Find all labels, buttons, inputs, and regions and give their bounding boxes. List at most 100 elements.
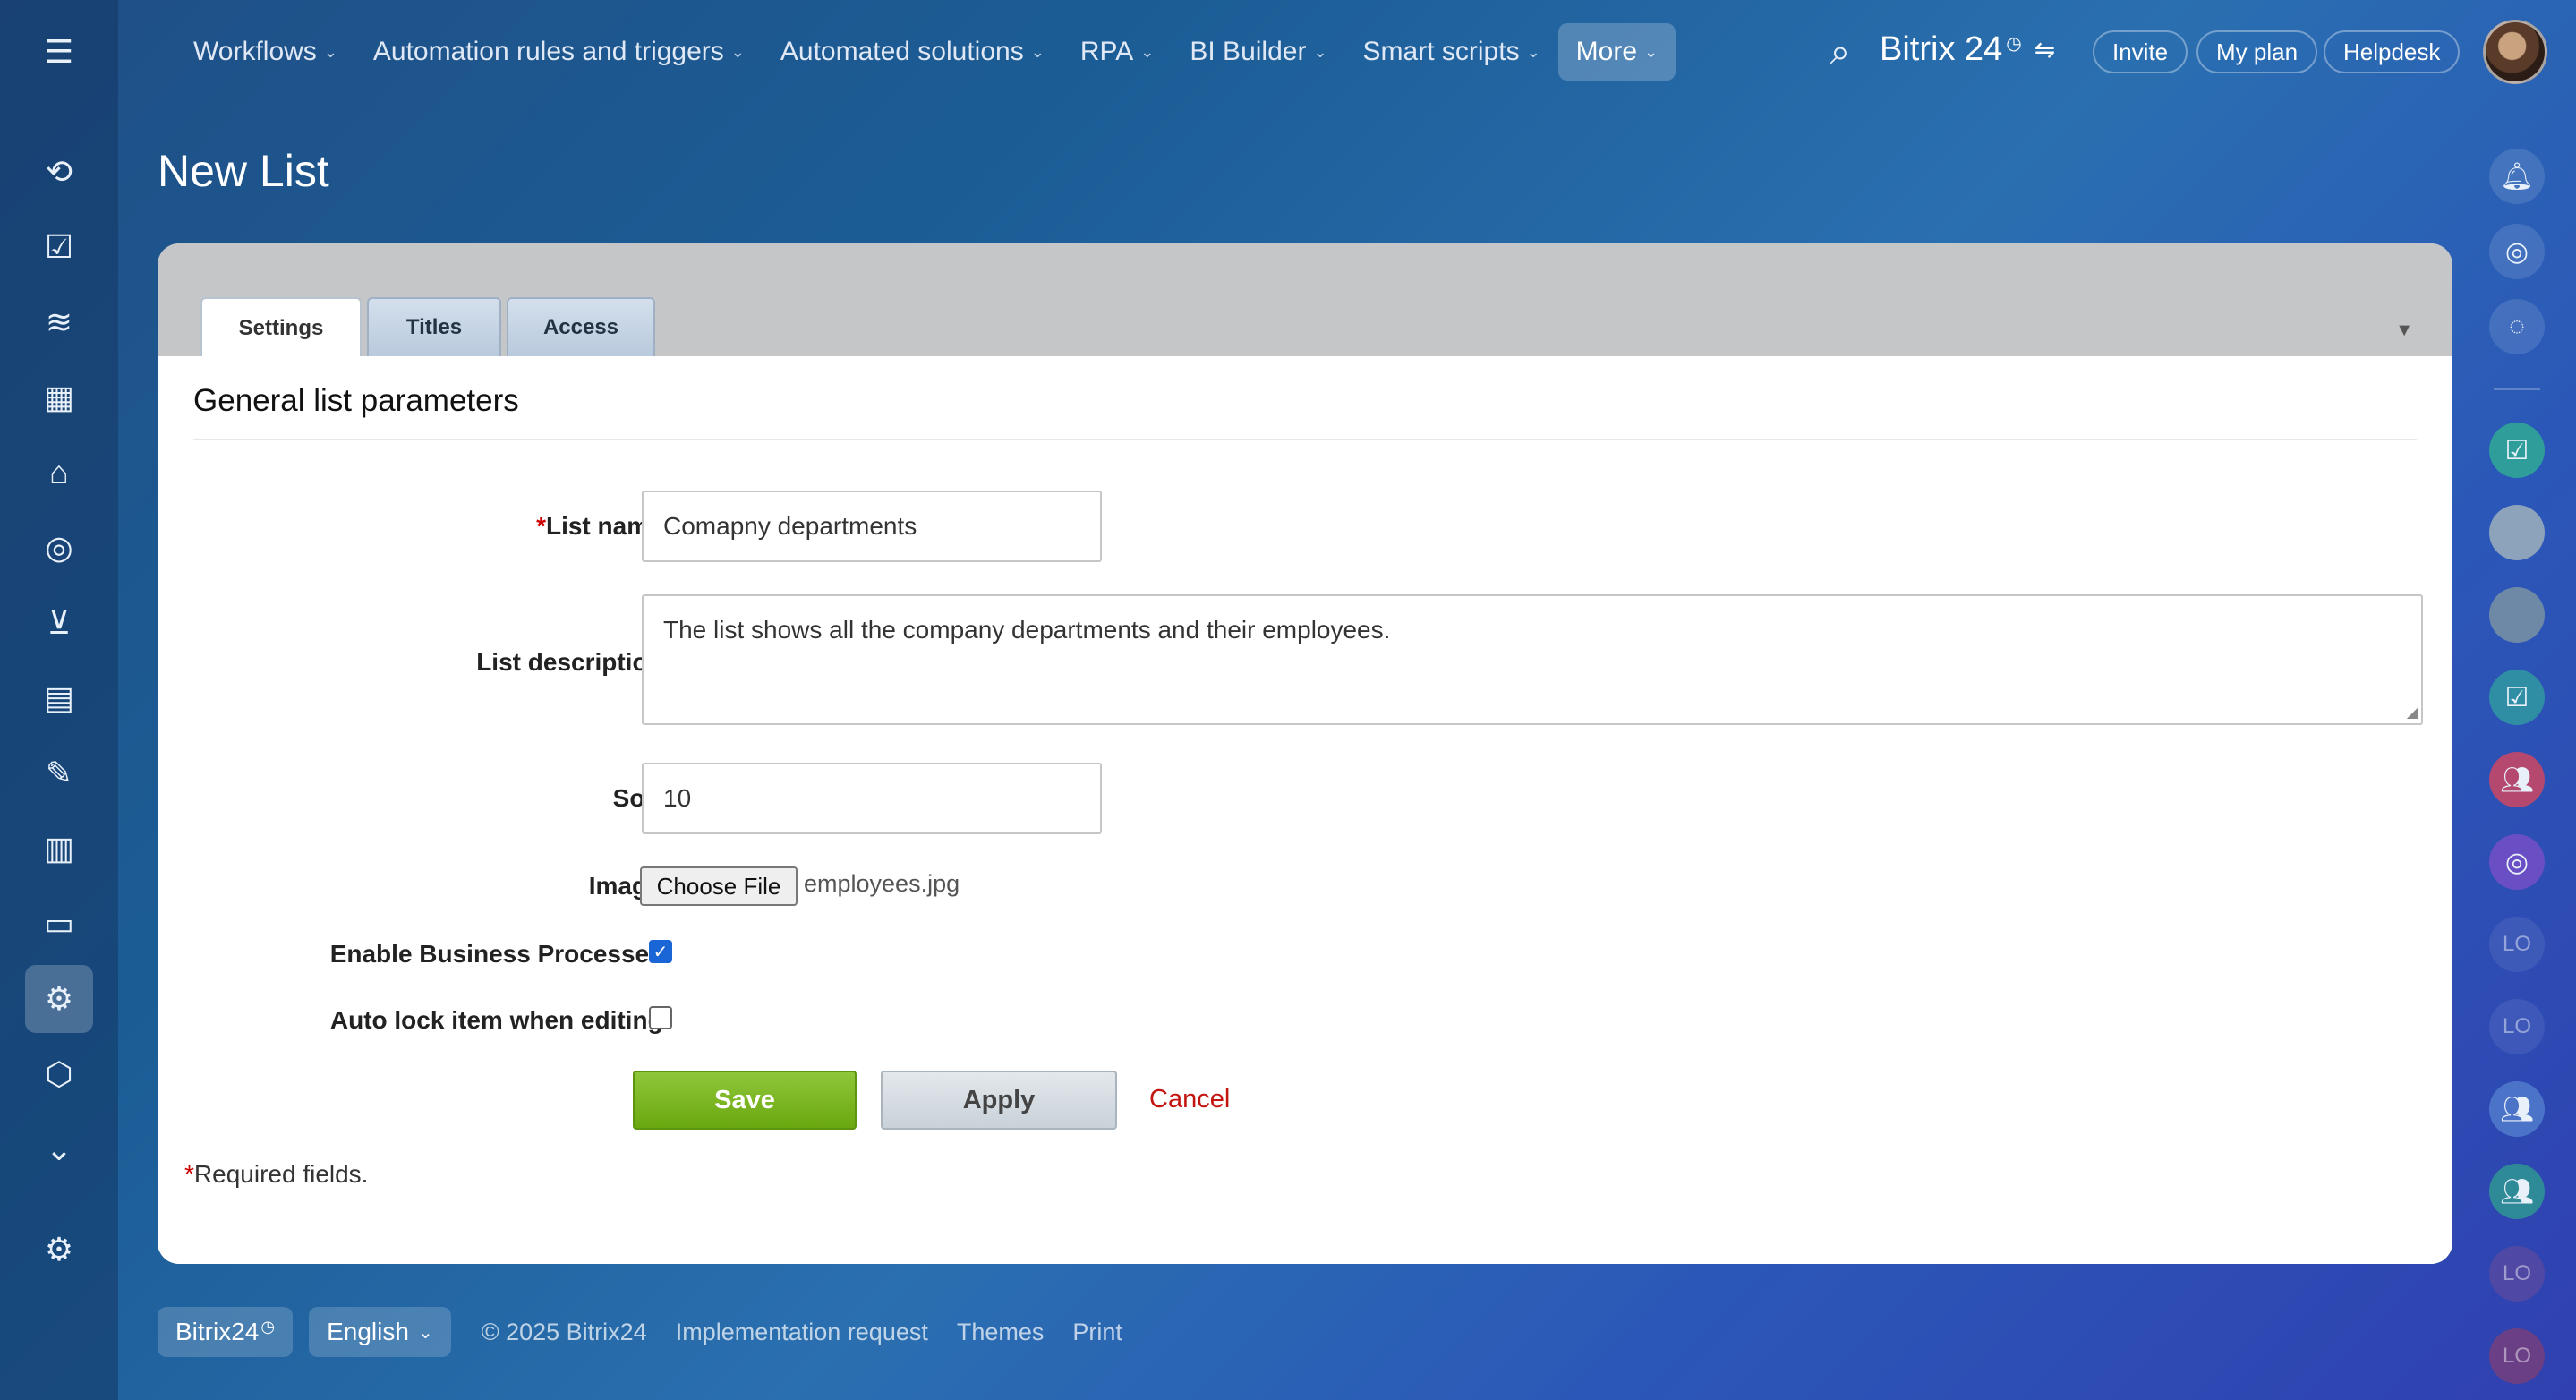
chevron-down-icon: ⌄	[1140, 42, 1155, 61]
document-icon[interactable]: ▤	[34, 673, 84, 723]
themes-link[interactable]: Themes	[957, 1319, 1045, 1346]
flow-icon[interactable]: ⟲	[34, 147, 84, 197]
helpdesk-button[interactable]: Helpdesk	[2324, 30, 2461, 73]
implementation-request-link[interactable]: Implementation request	[676, 1319, 928, 1346]
chevron-down-icon[interactable]: ⌄	[34, 1124, 84, 1174]
my-plan-button[interactable]: My plan	[2196, 30, 2318, 73]
nav-label: Automation rules and triggers	[372, 37, 724, 66]
page-title: New List	[158, 146, 329, 196]
analytics-icon[interactable]: ▥	[34, 824, 84, 874]
box-icon[interactable]: ⬡	[34, 1049, 84, 1099]
task-check-icon[interactable]: ☑	[2489, 423, 2545, 478]
auto-lock-checkbox[interactable]	[649, 1006, 672, 1029]
footer-brand-button[interactable]: Bitrix24 ◷	[158, 1307, 294, 1357]
contact-initials[interactable]: LO	[2489, 999, 2545, 1054]
contact-initials[interactable]: LO	[2489, 917, 2545, 972]
initials-label: LO	[2502, 1014, 2531, 1038]
sign-icon[interactable]: ✎	[34, 748, 84, 798]
nav-label: More	[1575, 37, 1638, 66]
settings-gear-icon[interactable]: ⚙	[34, 1225, 84, 1275]
nav-label: BI Builder	[1190, 37, 1307, 66]
spiral-icon[interactable]: ◎	[2489, 834, 2545, 890]
copyright-text: © 2025 Bitrix24	[481, 1318, 647, 1345]
nav-automated-solutions[interactable]: Automated solutions ⌄	[763, 23, 1062, 81]
settings-form: General list parameters *List name: Coma…	[158, 356, 2452, 1264]
nav-rpa[interactable]: RPA ⌄	[1062, 23, 1173, 81]
tab-settings[interactable]: Settings	[200, 297, 362, 358]
print-link[interactable]: Print	[1072, 1319, 1122, 1346]
list-description-textarea[interactable]: The list shows all the company departmen…	[642, 594, 2423, 725]
tasks-icon[interactable]: ☑	[34, 222, 84, 272]
chevron-down-icon: ⌄	[1030, 42, 1045, 61]
store-icon[interactable]: ⌂	[34, 448, 84, 498]
calendar-icon[interactable]: ▦	[34, 372, 84, 423]
button-label: Save	[714, 1085, 775, 1114]
initials-label: LO	[2502, 932, 2531, 956]
automation-robot-icon[interactable]: ⚙	[25, 965, 93, 1033]
input-value: 10	[663, 784, 692, 812]
auto-lock-label: Auto lock item when editing:	[329, 1006, 671, 1034]
notifications-bell-icon[interactable]: 🔔︎	[2489, 149, 2545, 204]
chevron-down-icon: ⌄	[730, 42, 745, 61]
cancel-link[interactable]: Cancel	[1149, 1085, 1230, 1114]
nav-label: Smart scripts	[1362, 37, 1520, 66]
enable-business-processes-checkbox[interactable]: ✓	[649, 940, 672, 963]
contact-initials[interactable]: LO	[2489, 1246, 2545, 1302]
nav-bi-builder[interactable]: BI Builder ⌄	[1172, 23, 1344, 81]
collapse-arrow-icon[interactable]: ▼	[2395, 320, 2413, 341]
enable-business-processes-label: Enable Business Processes:	[329, 940, 671, 968]
funnel-icon[interactable]: ≋	[34, 297, 84, 347]
nav-automation-rules[interactable]: Automation rules and triggers ⌄	[355, 23, 763, 81]
target-icon[interactable]: ◎	[34, 523, 84, 573]
chevron-down-icon: ⌄	[1313, 42, 1327, 61]
cart-icon[interactable]: ⊻	[34, 598, 84, 648]
tab-titles[interactable]: Titles	[367, 297, 501, 356]
nav-workflows[interactable]: Workflows ⌄	[175, 23, 355, 81]
list-name-input[interactable]: Comapny departments	[642, 491, 1102, 562]
contact-avatar[interactable]	[2489, 587, 2545, 643]
tab-label: Titles	[405, 315, 463, 339]
sort-input[interactable]: 10	[642, 763, 1102, 834]
apply-button[interactable]: Apply	[881, 1071, 1117, 1130]
footer-brand-text: Bitrix24	[175, 1318, 260, 1345]
contact-avatar[interactable]	[2489, 505, 2545, 560]
user-avatar[interactable]	[2483, 20, 2547, 84]
save-button[interactable]: Save	[633, 1071, 857, 1130]
sliders-icon[interactable]: ⇋	[2034, 35, 2055, 64]
chevron-down-icon: ⌄	[417, 1322, 433, 1343]
footer: Bitrix24 ◷ English ⌄ © 2025 Bitrix24 Imple…	[158, 1307, 1151, 1357]
contact-initials[interactable]: LO	[2489, 1328, 2545, 1384]
brand-logo[interactable]: Bitrix 24 ◷ ⇋	[1880, 30, 2055, 69]
invite-button[interactable]: Invite	[2093, 30, 2188, 73]
button-label: Apply	[962, 1085, 1036, 1114]
left-sidebar: ☰ ⟲ ☑ ≋ ▦ ⌂ ◎ ⊻ ▤ ✎ ▥ ▭ ⚙ ⬡ ⌄ ⚙	[0, 0, 118, 1400]
button-label: Choose File	[656, 872, 781, 900]
my-plan-label: My plan	[2216, 38, 2299, 65]
group-icon[interactable]: 👥︎	[2489, 752, 2545, 807]
language-selector[interactable]: English ⌄	[309, 1307, 451, 1357]
resize-handle-icon[interactable]: ◢	[2407, 704, 2418, 721]
nav-label: Automated solutions	[780, 37, 1024, 66]
section-divider	[193, 439, 2417, 440]
task-check-icon[interactable]: ☑	[2489, 670, 2545, 725]
note-text: Required fields.	[193, 1160, 369, 1188]
selected-file-name: employees.jpg	[804, 870, 960, 897]
tab-label: Access	[542, 315, 619, 339]
nav-more[interactable]: More ⌄	[1557, 23, 1676, 81]
group-icon[interactable]: 👥︎	[2489, 1164, 2545, 1219]
chevron-down-icon: ⌄	[1644, 42, 1659, 61]
initials-label: LO	[2502, 1261, 2531, 1285]
choose-file-button[interactable]: Choose File	[640, 866, 798, 906]
nav-smart-scripts[interactable]: Smart scripts ⌄	[1345, 23, 1558, 81]
input-value: Comapny departments	[663, 512, 917, 540]
card-icon[interactable]: ▭	[34, 899, 84, 949]
group-icon[interactable]: 👥︎	[2489, 1081, 2545, 1137]
menu-icon[interactable]: ☰	[34, 27, 84, 77]
required-fields-note: *Required fields.	[184, 1160, 368, 1189]
search-icon[interactable]: ⌕	[1819, 30, 1862, 73]
rail-divider	[2494, 388, 2540, 390]
chat-search-icon[interactable]: ◌	[2489, 299, 2545, 354]
spiral-icon[interactable]: ◎	[2489, 224, 2545, 279]
tabs-bar: Settings Titles Access ▼	[158, 243, 2452, 358]
tab-access[interactable]: Access	[507, 297, 655, 356]
